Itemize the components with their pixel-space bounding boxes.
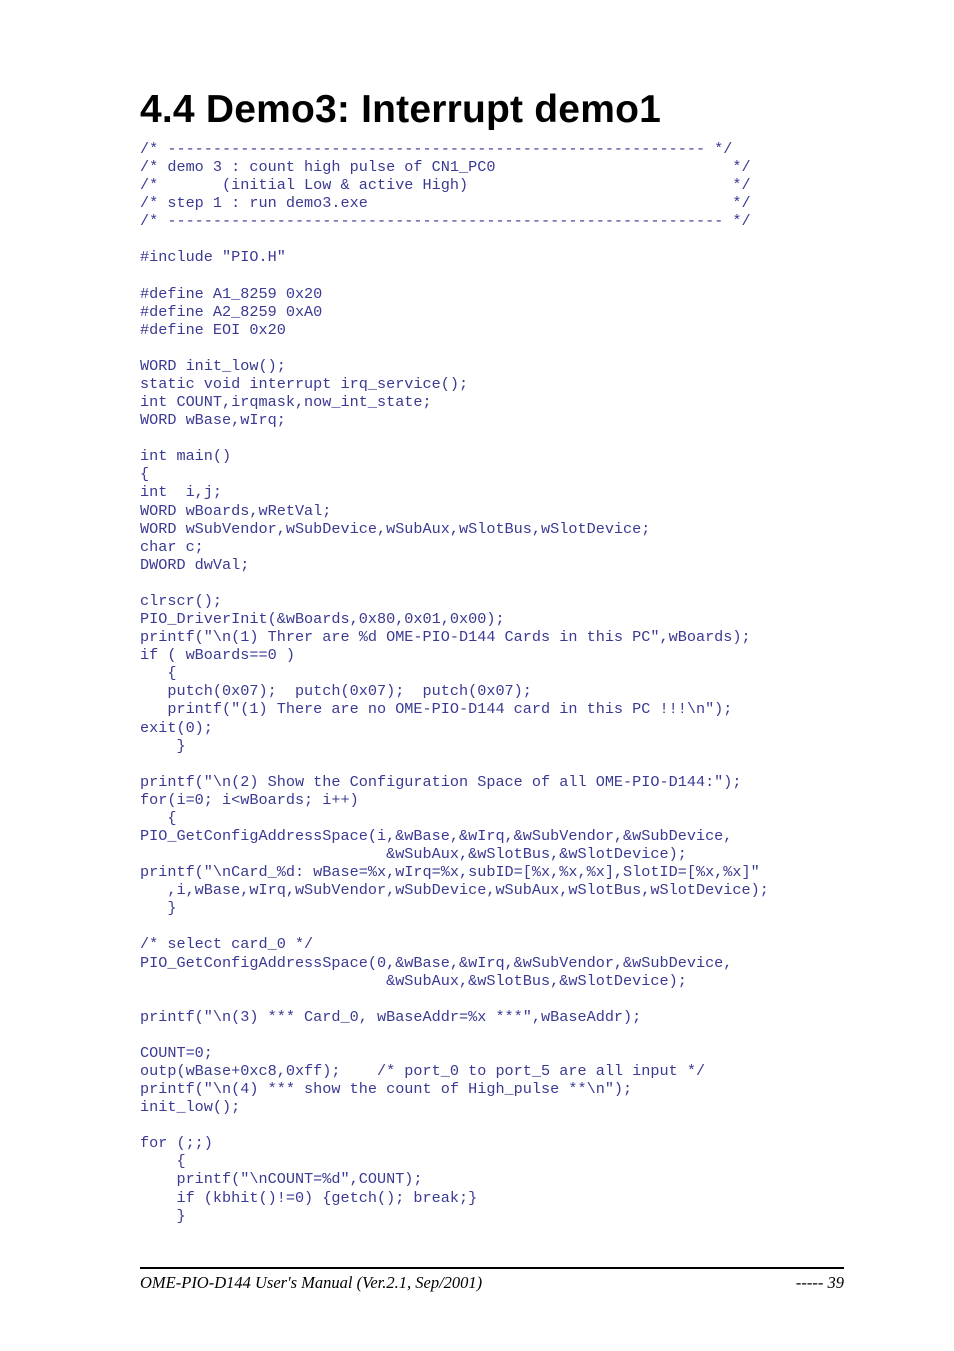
page-footer: OME-PIO-D144 User's Manual (Ver.2.1, Sep… (140, 1267, 844, 1293)
code-listing: /* -------------------------------------… (140, 140, 844, 1225)
section-heading: 4.4 Demo3: Interrupt demo1 (140, 88, 844, 132)
page: 4.4 Demo3: Interrupt demo1 /* ----------… (0, 0, 954, 1351)
footer-line: OME-PIO-D144 User's Manual (Ver.2.1, Sep… (140, 1273, 844, 1293)
footer-rule (140, 1267, 844, 1269)
footer-right: ----- 39 (796, 1273, 844, 1293)
footer-left: OME-PIO-D144 User's Manual (Ver.2.1, Sep… (140, 1273, 482, 1293)
